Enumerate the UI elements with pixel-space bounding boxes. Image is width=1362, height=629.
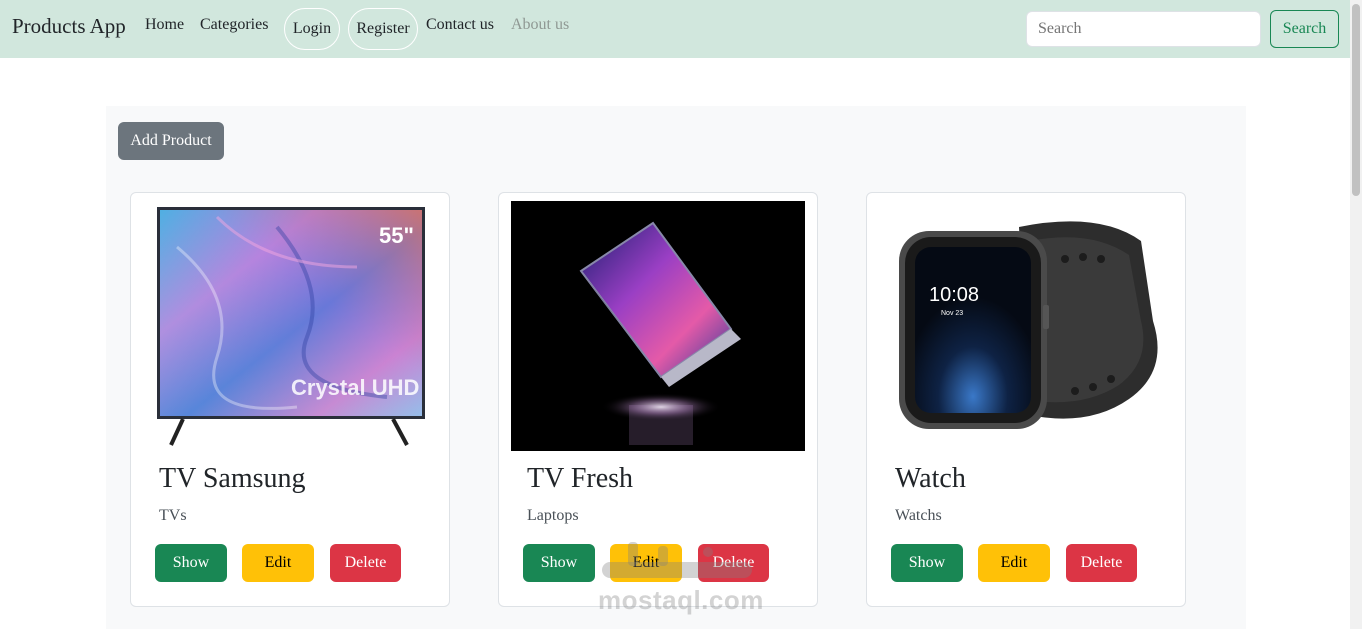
show-button[interactable]: Show: [891, 544, 963, 582]
product-card: 55" Crystal UHD TV Samsung TVs Show Edit…: [130, 192, 450, 607]
navbar: Products App Home Categories Login Regis…: [0, 0, 1350, 58]
tv-image: 55" Crystal UHD: [143, 201, 437, 451]
delete-button[interactable]: Delete: [330, 544, 401, 582]
edit-button[interactable]: Edit: [978, 544, 1050, 582]
watch-date-text: Nov 23: [941, 310, 963, 317]
delete-button[interactable]: Delete: [1066, 544, 1137, 582]
add-product-button[interactable]: Add Product: [118, 122, 224, 160]
show-button[interactable]: Show: [523, 544, 595, 582]
watch-time-text: 10:08: [929, 284, 979, 306]
watch-image: 10:08 Nov 23: [879, 201, 1173, 451]
search-button[interactable]: Search: [1270, 10, 1339, 48]
laptop-image: [511, 201, 805, 451]
show-button[interactable]: Show: [155, 544, 227, 582]
edit-button[interactable]: Edit: [242, 544, 314, 582]
watermark-logo-icon: [602, 542, 752, 578]
scrollbar-thumb[interactable]: [1352, 4, 1360, 196]
nav-login-link[interactable]: Login: [284, 8, 340, 50]
product-card: 10:08 Nov 23 Watch Watchs Show Edit Dele…: [866, 192, 1186, 607]
brand-title[interactable]: Products App: [12, 14, 126, 39]
tv-size-text: 55": [379, 223, 414, 248]
nav-contact-link[interactable]: Contact us: [426, 16, 494, 34]
nav-categories-link[interactable]: Categories: [200, 16, 268, 34]
nav-register-link[interactable]: Register: [348, 8, 418, 50]
search-input[interactable]: [1026, 11, 1261, 47]
product-title: TV Fresh: [527, 463, 634, 494]
product-category: Watchs: [895, 507, 942, 524]
watermark-text: mostaql.com: [598, 585, 764, 615]
nav-home-link[interactable]: Home: [145, 16, 184, 34]
page-scrollbar[interactable]: [1350, 0, 1362, 629]
product-title: TV Samsung: [159, 463, 306, 494]
product-category: TVs: [159, 507, 187, 524]
product-category: Laptops: [527, 507, 579, 524]
nav-about-link[interactable]: About us: [511, 16, 569, 34]
product-title: Watch: [895, 463, 966, 494]
tv-brand-text: Crystal UHD: [291, 375, 419, 400]
